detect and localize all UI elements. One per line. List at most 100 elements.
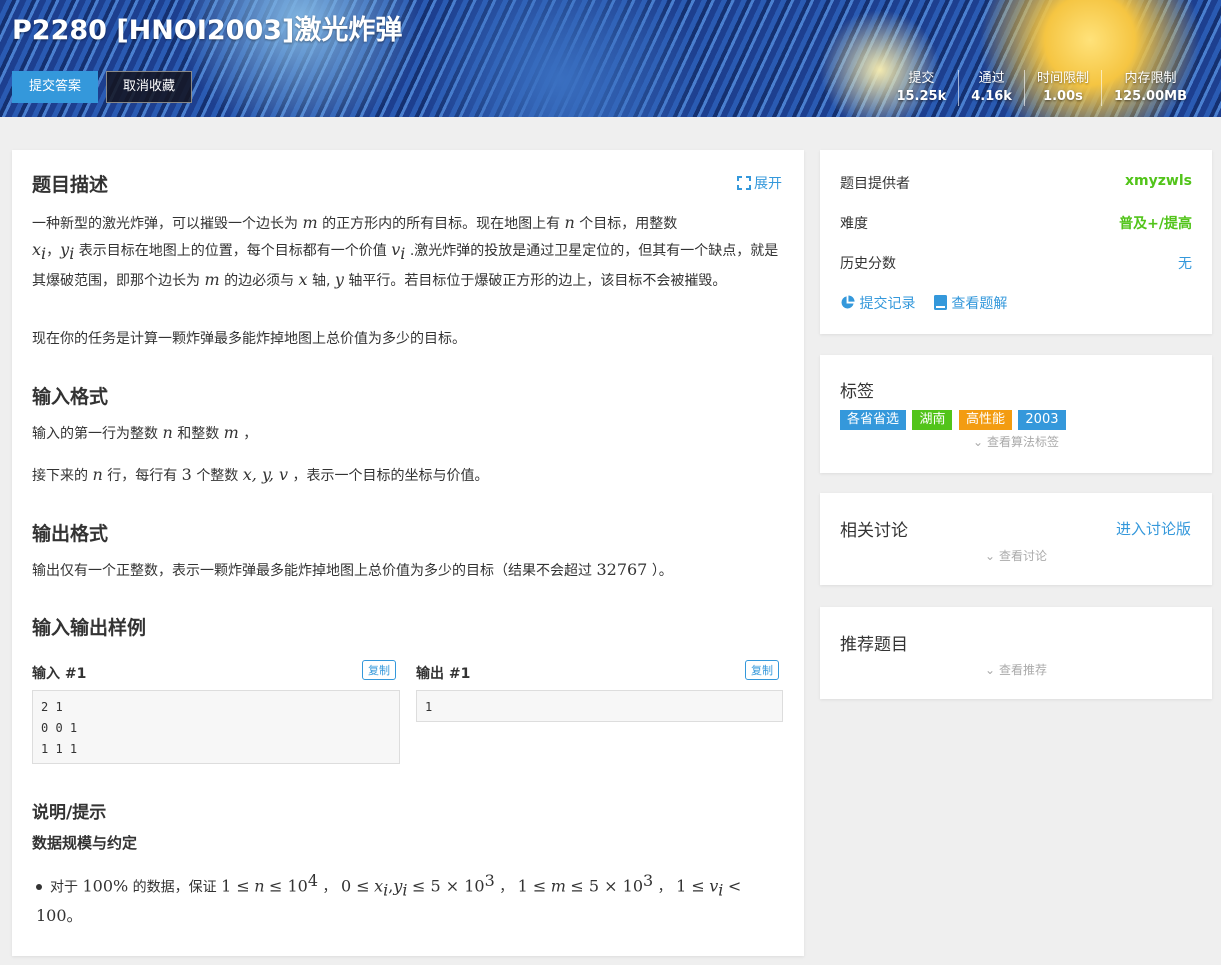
math-subscript: i — [718, 880, 724, 900]
chevron-down-icon: ⌄ — [985, 663, 996, 677]
output-sample-box[interactable]: 1 — [416, 690, 783, 722]
chevron-down-icon: ⌄ — [985, 549, 996, 563]
math: ≤ 10 — [269, 876, 308, 896]
output-format-line: 输出仅有一个正整数，表示一颗炸弹最多能炸掉地图上总价值为多少的目标（结果不会超过… — [32, 557, 673, 584]
expand-label: 展开 — [754, 176, 782, 192]
stat-submissions: 提交 15.25k — [884, 70, 958, 106]
header-banner: P2280 [HNOI2003]激光炸弹 提交答案 取消收藏 提交 15.25k… — [0, 0, 1221, 117]
show-recommend-label: 查看推荐 — [998, 663, 1047, 677]
math-subscript: i — [402, 880, 408, 900]
description-paragraph-2: 现在你的任务是计算一颗炸弹最多能炸掉地图上总价值为多少的目标。 — [32, 331, 466, 347]
submission-records-label: 提交记录 — [859, 296, 916, 312]
input-sample-line: 2 1 — [41, 700, 63, 714]
discussion-card: 相关讨论 进入讨论版 ⌄ 查看讨论 — [820, 493, 1212, 585]
math: 1 ≤ — [221, 876, 250, 896]
enter-discussion-link[interactable]: 进入讨论版 — [1116, 518, 1191, 539]
math-y: y — [334, 269, 344, 289]
submit-answer-button[interactable]: 提交答案 — [12, 71, 98, 103]
tags-card: 标签 各省省选 湖南 高性能 2003 ⌄ 查看算法标签 — [820, 355, 1212, 473]
text: 对于 — [50, 879, 78, 896]
input-sample-title: 输入 #1 — [32, 666, 87, 682]
text: 的正方形内的所有目标。现在地图上有 — [322, 216, 561, 232]
math-v: v — [709, 876, 719, 896]
math-m: m — [550, 876, 566, 896]
copy-output-button[interactable]: 复制 — [745, 660, 779, 680]
stat-memory-limit: 内存限制 125.00MB — [1100, 70, 1199, 106]
difficulty-row: 难度 普及+/提高 — [840, 213, 1192, 233]
show-algorithm-tags-label: 查看算法标签 — [986, 435, 1059, 449]
math: ≤ 5 × 10 — [411, 876, 485, 896]
unfavorite-button[interactable]: 取消收藏 — [106, 71, 192, 103]
problem-title: P2280 [HNOI2003]激光炸弹 — [12, 15, 403, 46]
math-exponent: 3 — [484, 871, 495, 890]
output-sample-title: 输出 #1 — [416, 666, 471, 682]
hint-heading: 说明/提示 — [32, 803, 107, 823]
show-discussion[interactable]: ⌄ 查看讨论 — [820, 547, 1212, 564]
expand-button[interactable]: 展开 — [737, 173, 782, 193]
tag[interactable]: 湖南 — [912, 410, 953, 430]
text: ， — [657, 879, 672, 896]
math-exponent: 4 — [307, 871, 319, 890]
math-n: n — [564, 213, 575, 232]
output-format-heading: 输出格式 — [32, 523, 109, 545]
text: ， — [322, 879, 337, 896]
bullet-icon — [36, 883, 42, 890]
math-100: 100。 — [36, 906, 83, 926]
input-format-line-1: 输入的第一行为整数 n 和整数 m ， — [32, 420, 257, 447]
difficulty-value: 普及+/提高 — [1119, 216, 1192, 232]
text: 个目标，用整数 — [579, 216, 678, 232]
book-icon — [933, 295, 947, 314]
copy-input-button[interactable]: 复制 — [362, 660, 396, 680]
math-3: 3 — [181, 465, 192, 484]
math-n: n — [254, 876, 265, 896]
stat-value: 1.00s — [1043, 89, 1083, 104]
stat-accepted: 通过 4.16k — [958, 70, 1024, 106]
provider-link[interactable]: xmyzwls — [1125, 173, 1192, 189]
show-recommend[interactable]: ⌄ 查看推荐 — [820, 661, 1212, 678]
expand-icon — [737, 176, 751, 190]
description-paragraph-1: 一种新型的激光炸弹，可以摧毁一个边长为 m 的正方形内的所有目标。现在地图上有 … — [32, 210, 784, 294]
text: 的边必须与 — [224, 272, 295, 289]
math: 1 ≤ — [676, 876, 705, 896]
math-m: m — [302, 213, 318, 232]
provider-label: 题目提供者 — [840, 176, 910, 192]
tag[interactable]: 各省省选 — [840, 410, 907, 430]
text: 一种新型的激光炸弹，可以摧毁一个边长为 — [32, 216, 298, 232]
history-value: 无 — [1178, 256, 1192, 272]
tag[interactable]: 高性能 — [958, 410, 1012, 430]
math-32767: 32767 — [596, 560, 648, 579]
chevron-down-icon: ⌄ — [973, 435, 984, 449]
math-n: n — [92, 465, 103, 484]
text: ， — [499, 879, 514, 896]
provider-row: 题目提供者 xmyzwls — [840, 173, 1192, 193]
hint-subheading: 数据规模与约定 — [32, 834, 138, 852]
math: < — [727, 876, 742, 896]
math-x: x — [298, 269, 308, 289]
math-subscript: i — [69, 243, 75, 263]
show-discussion-label: 查看讨论 — [998, 549, 1047, 563]
text: 轴平行。若目标位于爆破正方形的边上，该目标不会被摧毁。 — [348, 272, 727, 289]
math-n: n — [162, 423, 173, 442]
math-m: m — [223, 423, 239, 442]
math-x: x — [32, 240, 42, 259]
math: ≤ 5 × 10 — [570, 876, 644, 896]
tag[interactable]: 2003 — [1018, 410, 1066, 430]
submission-records-link[interactable]: 提交记录 — [840, 295, 920, 312]
math: 1 ≤ — [517, 876, 547, 896]
stat-value: 15.25k — [896, 89, 947, 104]
math-100pct: 100% — [82, 876, 129, 896]
stat-label: 提交 — [908, 71, 935, 86]
text: 行，每行有 — [107, 468, 178, 484]
difficulty-label: 难度 — [840, 216, 868, 232]
solutions-link[interactable]: 查看题解 — [933, 295, 1007, 314]
history-label: 历史分数 — [840, 256, 896, 272]
input-sample-line: 1 1 1 — [41, 742, 78, 756]
text: ， — [243, 426, 258, 442]
input-sample-line: 0 0 1 — [41, 721, 78, 735]
recommend-card: 推荐题目 ⌄ 查看推荐 — [820, 607, 1212, 699]
output-sample-line: 1 — [425, 700, 433, 714]
show-algorithm-tags[interactable]: ⌄ 查看算法标签 — [820, 433, 1212, 450]
input-sample-box[interactable]: 2 1 0 0 1 1 1 1 — [32, 690, 400, 764]
math-exponent: 3 — [643, 871, 654, 890]
input-format-heading: 输入格式 — [32, 386, 109, 408]
